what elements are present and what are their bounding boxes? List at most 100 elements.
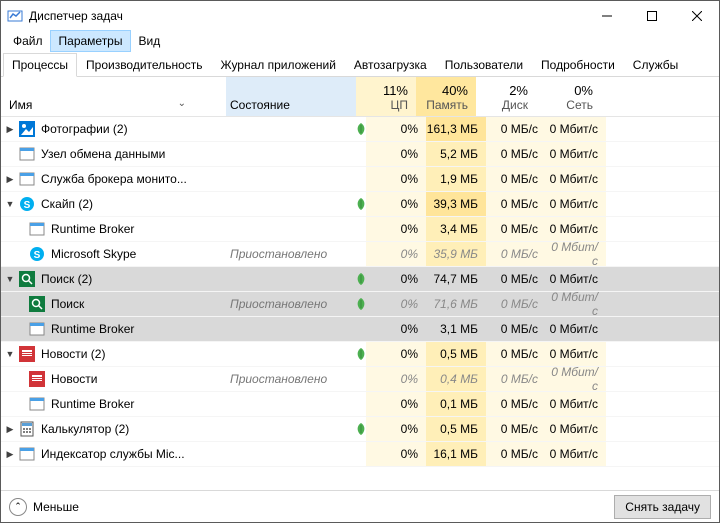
fewer-details-button[interactable]: ⌃ Меньше	[9, 498, 614, 516]
menu-options[interactable]: Параметры	[51, 31, 131, 51]
cell-status: Приостановлено	[226, 292, 356, 316]
minimize-button[interactable]	[584, 1, 629, 31]
tab-performance[interactable]: Производительность	[77, 53, 211, 76]
expand-toggle[interactable]: ▶	[5, 449, 15, 460]
leaf-icon	[356, 367, 366, 391]
tab-details[interactable]: Подробности	[532, 53, 624, 76]
expand-toggle[interactable]: ▶	[5, 124, 15, 135]
process-row[interactable]: ▶Индексатор службы Mic...0%16,1 МБ0 МБ/с…	[1, 442, 719, 467]
process-row[interactable]: ▼Новости (2)0%0,5 МБ0 МБ/с0 Мбит/с	[1, 342, 719, 367]
leaf-icon	[356, 217, 366, 241]
chevron-down-icon[interactable]: ⌄	[178, 98, 186, 109]
leaf-icon	[356, 167, 366, 191]
column-headers: ⌄ Имя Состояние 11%ЦП 40%Память 2%Диск 0…	[1, 77, 719, 117]
tab-apphistory[interactable]: Журнал приложений	[212, 53, 345, 76]
svg-text:S: S	[34, 250, 41, 261]
cell-mem: 3,1 МБ	[426, 317, 486, 341]
tab-services[interactable]: Службы	[624, 53, 687, 76]
cell-name: Runtime Broker	[1, 396, 226, 412]
cell-cpu: 0%	[366, 117, 426, 141]
expand-toggle[interactable]: ▼	[5, 274, 15, 284]
cell-name: Runtime Broker	[1, 321, 226, 337]
process-row[interactable]: НовостиПриостановлено0%0,4 МБ0 МБ/с0 Мби…	[1, 367, 719, 392]
cell-name: ▼Поиск (2)	[1, 271, 226, 287]
cell-disk: 0 МБ/с	[486, 117, 546, 141]
process-row[interactable]: ▼SСкайп (2)0%39,3 МБ0 МБ/с0 Мбит/с	[1, 192, 719, 217]
process-row[interactable]: Runtime Broker 0%3,1 МБ0 МБ/с0 Мбит/с	[1, 317, 719, 342]
process-row[interactable]: Runtime Broker0%0,1 МБ0 МБ/с0 Мбит/с	[1, 392, 719, 417]
cell-cpu: 0%	[366, 267, 426, 291]
wintile-icon	[19, 146, 35, 162]
process-row[interactable]: ▶Фотографии (2)0%161,3 МБ0 МБ/с0 Мбит/с	[1, 117, 719, 142]
process-row[interactable]: SMicrosoft SkypeПриостановлено0%35,9 МБ0…	[1, 242, 719, 267]
cell-disk: 0 МБ/с	[486, 442, 546, 466]
column-name[interactable]: ⌄ Имя	[1, 98, 226, 116]
menu-file[interactable]: Файл	[5, 31, 51, 51]
cell-net: 0 Мбит/с	[546, 267, 606, 291]
cell-mem: 0,1 МБ	[426, 392, 486, 416]
cell-disk: 0 МБ/с	[486, 242, 546, 266]
maximize-button[interactable]	[629, 1, 674, 31]
column-network[interactable]: 0%Сеть	[536, 77, 601, 116]
cell-disk: 0 МБ/с	[486, 367, 546, 391]
cell-cpu: 0%	[366, 392, 426, 416]
cell-name: ▶Фотографии (2)	[1, 121, 226, 137]
menu-view[interactable]: Вид	[130, 31, 168, 51]
process-name: Runtime Broker	[51, 397, 134, 411]
titlebar[interactable]: Диспетчер задач	[1, 1, 719, 31]
cell-status	[226, 392, 356, 416]
process-list: ▶Фотографии (2)0%161,3 МБ0 МБ/с0 Мбит/сУ…	[1, 117, 719, 490]
column-status[interactable]: Состояние	[226, 77, 356, 116]
cell-status	[226, 317, 356, 341]
cell-net: 0 Мбит/с	[546, 217, 606, 241]
leaf-icon	[356, 317, 366, 341]
cell-status	[226, 342, 356, 366]
process-row[interactable]: Узел обмена данными0%5,2 МБ0 МБ/с0 Мбит/…	[1, 142, 719, 167]
process-row[interactable]: ПоискПриостановлено0%71,6 МБ0 МБ/с0 Мбит…	[1, 292, 719, 317]
cell-cpu: 0%	[366, 442, 426, 466]
leaf-icon	[356, 392, 366, 416]
column-disk[interactable]: 2%Диск	[476, 77, 536, 116]
cell-name: ▶ Индексатор службы Mic...	[1, 446, 226, 462]
cell-status: Приостановлено	[226, 367, 356, 391]
cell-net: 0 Мбит/с	[546, 317, 606, 341]
column-cpu[interactable]: 11%ЦП	[356, 77, 416, 116]
tab-users[interactable]: Пользователи	[436, 53, 532, 76]
cell-status	[226, 417, 356, 441]
cell-cpu: 0%	[366, 167, 426, 191]
cell-status	[226, 267, 356, 291]
cell-name: ▶Калькулятор (2)	[1, 421, 226, 437]
leaf-icon	[356, 192, 366, 216]
expand-toggle[interactable]: ▼	[5, 199, 15, 209]
process-row[interactable]: ▶Служба брокера монито...0%1,9 МБ0 МБ/с0…	[1, 167, 719, 192]
tab-startup[interactable]: Автозагрузка	[345, 53, 436, 76]
process-name: Runtime Broker	[51, 222, 134, 236]
tab-processes[interactable]: Процессы	[3, 53, 77, 77]
news-icon	[19, 346, 35, 362]
cell-cpu: 0%	[366, 192, 426, 216]
cell-net: 0 Мбит/с	[546, 142, 606, 166]
process-name: Поиск	[51, 297, 84, 311]
close-button[interactable]	[674, 1, 719, 31]
expand-toggle[interactable]: ▼	[5, 349, 15, 359]
cell-disk: 0 МБ/с	[486, 392, 546, 416]
photos-icon	[19, 121, 35, 137]
process-row[interactable]: ▼Поиск (2)0%74,7 МБ0 МБ/с0 Мбит/с	[1, 267, 719, 292]
process-row[interactable]: Runtime Broker0%3,4 МБ0 МБ/с0 Мбит/с	[1, 217, 719, 242]
process-row[interactable]: ▶Калькулятор (2)0%0,5 МБ0 МБ/с0 Мбит/с	[1, 417, 719, 442]
cell-cpu: 0%	[366, 317, 426, 341]
process-name: Скайп (2)	[41, 197, 93, 211]
app-icon	[7, 8, 23, 24]
process-name: Индексатор службы Mic...	[41, 447, 185, 461]
cell-name: Узел обмена данными	[1, 146, 226, 162]
expand-toggle[interactable]: ▶	[5, 174, 15, 185]
cell-disk: 0 МБ/с	[486, 317, 546, 341]
cell-disk: 0 МБ/с	[486, 142, 546, 166]
expand-toggle[interactable]: ▶	[5, 424, 15, 435]
end-task-button[interactable]: Снять задачу	[614, 495, 711, 519]
cell-net: 0 Мбит/с	[546, 292, 606, 316]
column-memory[interactable]: 40%Память	[416, 77, 476, 116]
process-name: Новости (2)	[41, 347, 105, 361]
leaf-icon	[356, 292, 366, 316]
cell-name: Runtime Broker	[1, 221, 226, 237]
